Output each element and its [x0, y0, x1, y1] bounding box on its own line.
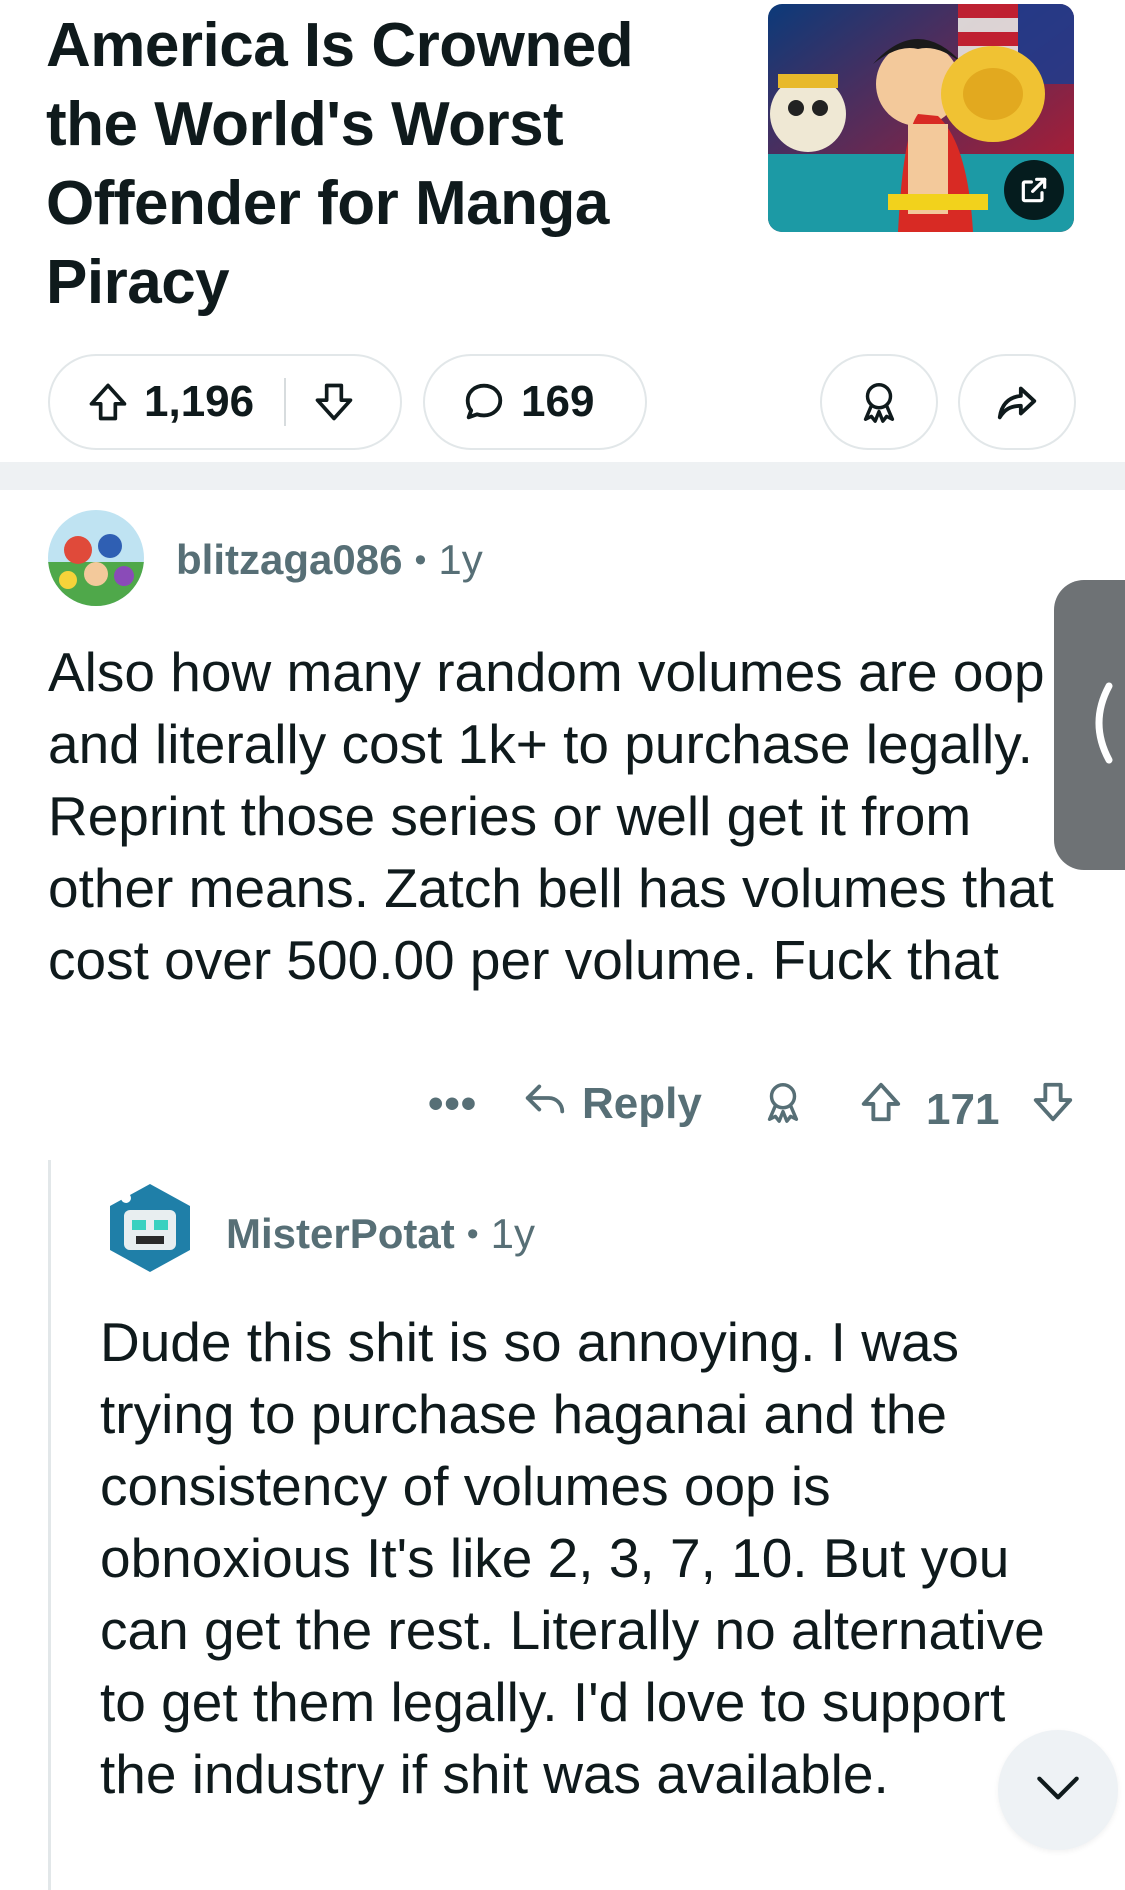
- comment-body: Dude this shit is so annoying. I was try…: [100, 1311, 1045, 1805]
- share-arrow-icon: [994, 379, 1040, 425]
- comment-age: 1y: [438, 536, 483, 583]
- post-action-bar: 1,196 169: [48, 354, 1078, 450]
- award-button[interactable]: [820, 354, 938, 450]
- comments-button[interactable]: 169: [423, 354, 647, 450]
- comment-action-bar: ••• Reply 171: [0, 1075, 1125, 1145]
- post-comment-count: 169: [521, 377, 595, 426]
- comment-meta: MisterPotat • 1y: [226, 1210, 535, 1258]
- comment-meta: blitzaga086 • 1y: [176, 536, 483, 584]
- meta-separator: •: [466, 1214, 479, 1253]
- comment-body: Also how many random volumes are oop and…: [48, 641, 1054, 991]
- post-vote-count: 1,196: [144, 377, 255, 426]
- avatar[interactable]: [48, 510, 144, 606]
- post-header: America Is Crowned the World's Worst Off…: [0, 0, 1125, 460]
- vote-pill: 1,196: [48, 354, 402, 450]
- comment-age: 1y: [490, 1210, 535, 1257]
- thread-line[interactable]: [48, 1160, 51, 1890]
- chevron-left-icon: [1079, 678, 1119, 773]
- meta-separator: •: [414, 540, 427, 579]
- award-icon[interactable]: [760, 1079, 806, 1130]
- reply-arrow-icon: [522, 1075, 568, 1132]
- section-divider: [0, 462, 1125, 490]
- side-panel-tab[interactable]: [1054, 580, 1125, 870]
- more-options-button[interactable]: •••: [428, 1079, 477, 1129]
- external-link-icon[interactable]: [1004, 160, 1064, 220]
- comment-username[interactable]: MisterPotat: [226, 1210, 455, 1258]
- award-icon: [856, 379, 902, 425]
- arrow-down-icon[interactable]: [1030, 1079, 1076, 1130]
- chevron-down-icon: [1030, 1760, 1086, 1821]
- arrow-up-icon[interactable]: [86, 380, 130, 424]
- vote-divider: [284, 378, 287, 426]
- reply-button[interactable]: Reply: [522, 1075, 702, 1132]
- comment-score: 171: [926, 1085, 1000, 1134]
- post-thumbnail[interactable]: [768, 4, 1074, 232]
- scroll-down-button[interactable]: [998, 1730, 1118, 1850]
- reply-label: Reply: [582, 1078, 702, 1128]
- arrow-down-icon[interactable]: [312, 380, 356, 424]
- arrow-up-icon[interactable]: [858, 1079, 904, 1130]
- share-button[interactable]: [958, 354, 1076, 450]
- post-title[interactable]: America Is Crowned the World's Worst Off…: [46, 6, 686, 322]
- avatar[interactable]: [102, 1180, 198, 1276]
- comment-username[interactable]: blitzaga086: [176, 536, 402, 584]
- speech-bubble-icon: [461, 379, 507, 425]
